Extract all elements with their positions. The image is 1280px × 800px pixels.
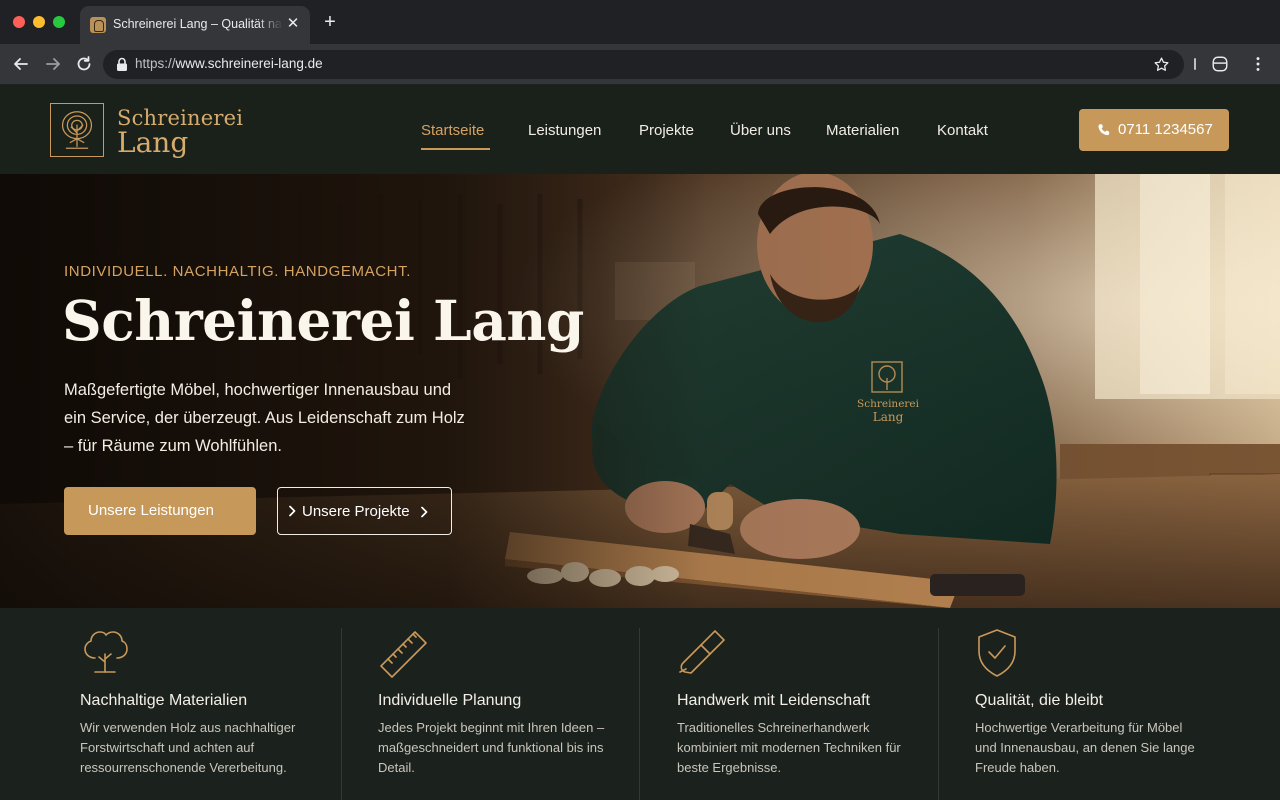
phone-button[interactable]: 0711 1234567 [1079, 109, 1229, 151]
projects-button-label: Unsere Projekte [302, 503, 410, 520]
hero-eyebrow: INDIVIDUELL. NACHHALTIG. HANDGEMACHT. [64, 263, 411, 280]
ruler-icon [380, 631, 427, 678]
tab-title: Schreinerei Lang – Qualität nach Maß [113, 17, 283, 31]
divider [341, 628, 342, 800]
hero-title: Schreinerei Lang [62, 288, 584, 353]
services-button[interactable]: Unsere Leistungen [64, 487, 296, 535]
lock-icon[interactable] [115, 57, 129, 72]
bookmark-star-icon[interactable] [1153, 56, 1170, 73]
extensions-icon[interactable] [1190, 55, 1200, 73]
feature-card: Handwerk mit Leidenschaft Traditionelles… [677, 608, 975, 800]
hero-section: Schreinerei Lang INDIVIDUELL. NACHHALTIG… [0, 174, 1280, 608]
nav-item-startseite[interactable]: Startseite [421, 122, 484, 139]
chevron-right-icon [421, 506, 428, 518]
plane-tool-icon [679, 630, 725, 674]
nav-item-materialien[interactable]: Materialien [826, 122, 899, 139]
feature-text: Jedes Projekt beginnt mit Ihren Ideen – … [378, 720, 605, 775]
divider [639, 628, 640, 800]
feature-title: Individuelle Planung [378, 692, 522, 709]
nav-active-indicator [421, 148, 490, 150]
sweater-logo-line1: Schreinerei [857, 398, 920, 410]
projects-button[interactable]: Unsere Projekte [277, 487, 452, 535]
shield-check-icon [978, 629, 1016, 677]
browser-toolbar: https://www.schreinerei-lang.de [0, 44, 1280, 85]
nav-item-kontakt[interactable]: Kontakt [937, 122, 988, 139]
feature-text: Wir verwenden Holz aus nachhaltiger Fors… [80, 720, 296, 775]
sweater-logo-line2: Lang [873, 410, 904, 424]
favicon-icon [90, 17, 106, 33]
browser-tab-bar: Schreinerei Lang – Qualität nach Maß ✕ + [0, 0, 1280, 44]
feature-title: Nachhaltige Materialien [80, 692, 248, 709]
window-minimize-button[interactable] [33, 16, 45, 28]
back-arrow-icon[interactable] [11, 54, 31, 74]
logo-tree-icon[interactable] [50, 103, 104, 157]
features-section: Nachhaltige Materialien Wir verwenden Ho… [0, 608, 1280, 800]
address-bar[interactable]: https://www.schreinerei-lang.de [103, 50, 1184, 79]
hero-description: Maßgefertigte Möbel, hochwertiger Innena… [64, 381, 465, 455]
divider [938, 628, 939, 800]
nav-item-ueber-uns[interactable]: Über uns [730, 122, 791, 139]
forward-arrow-icon[interactable] [43, 54, 63, 74]
feature-text: Hochwertige Verarbeitung für Möbel und I… [975, 720, 1195, 775]
tree-icon [84, 631, 128, 673]
url-text[interactable]: https://www.schreinerei-lang.de [135, 56, 323, 71]
services-button-label: Unsere Leistungen [88, 502, 214, 519]
new-tab-button[interactable]: + [320, 12, 340, 32]
logo-text-line2[interactable]: Lang [117, 126, 188, 159]
profile-icon[interactable] [1210, 55, 1230, 73]
browser-menu-icon[interactable] [1248, 55, 1268, 73]
feature-card: Nachhaltige Materialien Wir verwenden Ho… [80, 608, 378, 800]
window-zoom-button[interactable] [53, 16, 65, 28]
url-scheme: https:// [135, 56, 176, 71]
feature-card: Individuelle Planung Jedes Projekt begin… [378, 608, 676, 800]
nav-item-leistungen[interactable]: Leistungen [528, 122, 601, 139]
feature-title: Qualität, die bleibt [975, 692, 1104, 709]
phone-icon [1098, 124, 1110, 136]
feature-card: Qualität, die bleibt Hochwertige Verarbe… [975, 608, 1273, 800]
feature-title: Handwerk mit Leidenschaft [677, 692, 870, 709]
window-close-button[interactable] [13, 16, 25, 28]
feature-text: Traditionelles Schreinerhandwerk kombini… [677, 720, 901, 775]
phone-number: 0711 1234567 [1118, 121, 1213, 138]
site-header: Schreinerei Lang Startseite Leistungen P… [0, 86, 1280, 174]
tab-close-icon[interactable]: ✕ [285, 16, 301, 32]
reload-icon[interactable] [74, 54, 94, 74]
browser-tab[interactable]: Schreinerei Lang – Qualität nach Maß ✕ [80, 6, 310, 44]
url-host: www.schreinerei-lang.de [175, 56, 323, 71]
sweater-logo-text: Schreinerei Lang [857, 398, 920, 424]
nav-item-projekte[interactable]: Projekte [639, 122, 694, 139]
